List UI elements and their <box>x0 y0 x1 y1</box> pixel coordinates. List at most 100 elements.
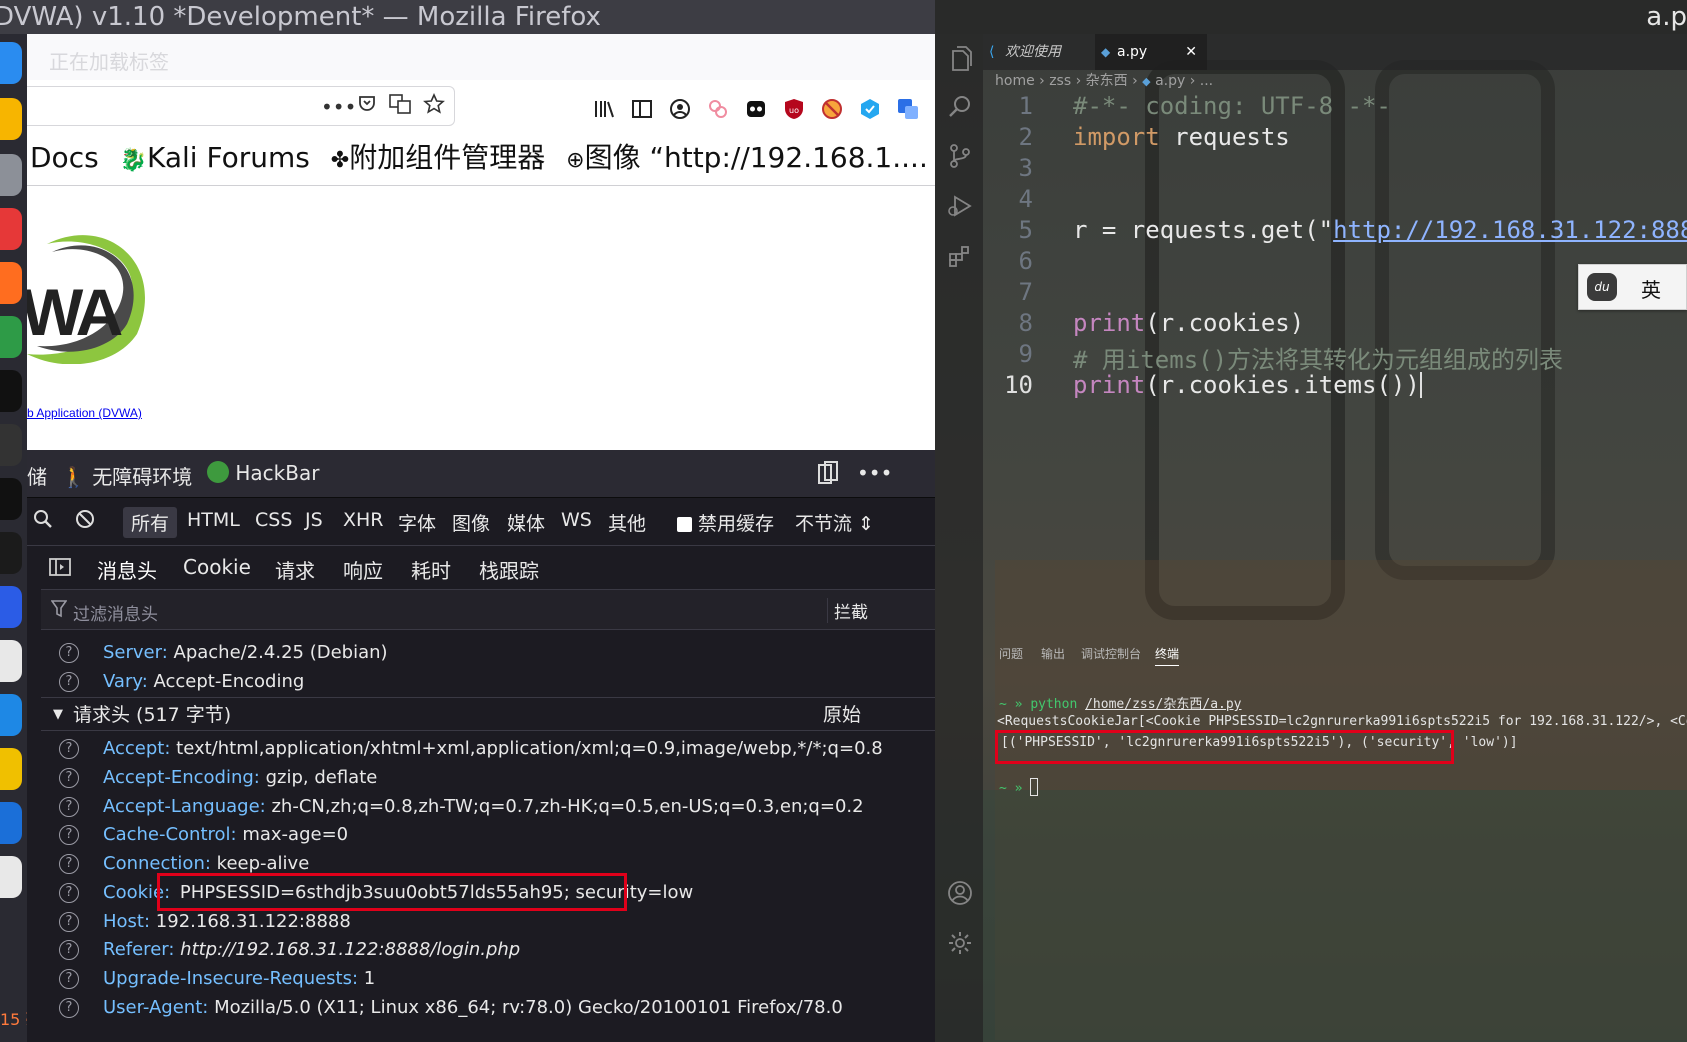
dock-app-icon[interactable] <box>0 316 22 358</box>
responsive-mode-icon[interactable] <box>817 461 839 490</box>
request-headers-section[interactable]: ▼ 请求头 (517 字节) 原始 <box>41 697 935 731</box>
search-icon[interactable] <box>947 94 973 120</box>
filter-xhr[interactable]: XHR <box>343 509 384 531</box>
raw-toggle[interactable]: 原始 <box>823 698 861 732</box>
help-icon[interactable]: ? <box>59 643 79 663</box>
bookmark-star-icon[interactable] <box>423 93 445 120</box>
close-icon[interactable]: ✕ <box>1185 34 1197 70</box>
tab-a-py[interactable]: ◆ a.py ✕ <box>1095 34 1207 70</box>
filter-css[interactable]: CSS <box>255 509 292 531</box>
filter-js[interactable]: JS <box>305 509 323 531</box>
headers-filter-input[interactable]: 过滤消息头 <box>73 600 158 625</box>
dock-app-icon[interactable] <box>0 208 22 250</box>
tab-problems[interactable]: 问题 <box>999 645 1023 662</box>
bookmark-kali-forums[interactable]: 🐉Kali Forums <box>120 130 310 185</box>
help-icon[interactable]: ? <box>59 797 79 817</box>
tab-headers[interactable]: 消息头 <box>97 555 157 594</box>
more-options-icon[interactable]: ••• <box>857 461 892 485</box>
code-editor[interactable]: 1 #-*- coding: UTF-8 -*- 2 import reques… <box>983 92 1687 612</box>
run-debug-icon[interactable] <box>947 194 973 220</box>
dock-app-icon[interactable] <box>0 98 22 140</box>
help-icon[interactable]: ? <box>59 969 79 989</box>
filter-fonts[interactable]: 字体 <box>398 509 436 536</box>
hackbar-tab[interactable]: HackBar <box>207 461 319 485</box>
tab-terminal[interactable]: 终端 <box>1155 645 1180 666</box>
sidebar-icon[interactable] <box>630 97 654 121</box>
help-icon[interactable]: ? <box>59 940 79 960</box>
extension-cube-icon[interactable] <box>858 97 882 121</box>
filter-media[interactable]: 媒体 <box>507 509 545 536</box>
dock-app-icon[interactable] <box>0 42 22 84</box>
block-button[interactable]: 拦截 <box>827 598 868 623</box>
dock-app-icon[interactable] <box>0 748 22 790</box>
dock-app-icon[interactable] <box>0 802 22 844</box>
help-icon[interactable]: ? <box>59 912 79 932</box>
filter-images[interactable]: 图像 <box>452 509 490 536</box>
dock-app-icon[interactable] <box>0 424 22 466</box>
dock-app-icon[interactable] <box>0 640 22 682</box>
help-icon[interactable]: ? <box>59 854 79 874</box>
dock-app-icon[interactable] <box>0 154 22 196</box>
tab-output[interactable]: 输出 <box>1041 645 1065 662</box>
tab-cookie[interactable]: Cookie <box>183 555 251 579</box>
crumb-file[interactable]: a.py <box>1155 73 1185 89</box>
filter-html[interactable]: HTML <box>187 509 240 531</box>
extensions-icon[interactable] <box>947 244 973 270</box>
tab-timings[interactable]: 耗时 <box>411 555 451 584</box>
pocket-icon[interactable] <box>357 93 377 118</box>
help-icon[interactable]: ? <box>59 739 79 759</box>
crumb-zss[interactable]: zss <box>1049 73 1071 89</box>
filter-other[interactable]: 其他 <box>608 509 646 536</box>
ime-language[interactable]: 英 <box>1641 274 1661 303</box>
filter-all[interactable]: 所有 <box>123 507 178 538</box>
help-icon[interactable]: ? <box>59 825 79 845</box>
dock-app-icon[interactable] <box>0 370 22 412</box>
tab-debug-console[interactable]: 调试控制台 <box>1081 645 1141 662</box>
bookmark-docs[interactable]: Docs <box>30 130 99 185</box>
explorer-icon[interactable] <box>947 46 973 72</box>
tab-request[interactable]: 请求 <box>275 555 315 584</box>
storage-tab-cut[interactable]: 储 <box>27 461 47 490</box>
account-icon[interactable] <box>947 880 973 906</box>
tab-stack-trace[interactable]: 栈跟踪 <box>479 555 539 584</box>
bookmark-addons[interactable]: ✤附加组件管理器 <box>331 130 545 185</box>
disable-cache-checkbox[interactable]: 禁用缓存 <box>677 509 774 536</box>
toggle-panel-icon[interactable] <box>49 557 71 582</box>
dock-app-icon[interactable] <box>0 532 22 574</box>
loading-tab-label[interactable]: 正在加载标签 <box>49 46 169 75</box>
ime-toolbar[interactable]: du 英 <box>1578 264 1687 310</box>
dock-app-icon[interactable] <box>0 586 22 628</box>
clear-icon[interactable] <box>75 509 95 534</box>
source-control-icon[interactable] <box>947 144 973 170</box>
filter-ws[interactable]: WS <box>561 509 592 531</box>
crumb-home[interactable]: home <box>995 73 1035 89</box>
extension-translate-icon[interactable] <box>896 97 920 121</box>
more-actions-icon[interactable]: ••• <box>321 95 356 119</box>
throttle-select[interactable]: 不节流 ⇕ <box>795 509 874 536</box>
account-icon[interactable] <box>668 97 692 121</box>
ublock-icon[interactable]: uo <box>782 97 806 121</box>
library-icon[interactable] <box>592 97 616 121</box>
help-icon[interactable]: ? <box>59 672 79 692</box>
search-icon[interactable] <box>33 509 53 534</box>
tab-welcome[interactable]: ⟨ 欢迎使用 <box>983 34 1095 70</box>
translate-icon[interactable] <box>389 93 411 120</box>
help-icon[interactable]: ? <box>59 768 79 788</box>
bookmark-image[interactable]: ⊕图像 “http://192.168.1.... <box>566 130 928 185</box>
url-string[interactable]: http://192.168.31.122:8888/logi <box>1333 216 1687 244</box>
dock-app-icon[interactable] <box>0 694 22 736</box>
dock-app-icon[interactable] <box>0 856 22 898</box>
url-bar[interactable]: ••• <box>27 86 455 126</box>
crumb-more[interactable]: ... <box>1200 73 1213 89</box>
dock-app-icon[interactable] <box>0 478 22 520</box>
extension-no-icon[interactable] <box>820 97 844 121</box>
help-icon[interactable]: ? <box>59 998 79 1018</box>
extension-pink-icon[interactable] <box>706 97 730 121</box>
crumb-folder[interactable]: 杂东西 <box>1086 73 1128 89</box>
help-icon[interactable]: ? <box>59 883 79 903</box>
extension-mask-icon[interactable] <box>744 97 768 121</box>
terminal-output[interactable]: ~ » python /home/zss/杂东西/a.py <RequestsC… <box>995 690 1687 810</box>
settings-gear-icon[interactable] <box>947 930 973 956</box>
tab-response[interactable]: 响应 <box>343 555 383 584</box>
dvwa-footer-link[interactable]: b Application (DVWA) <box>27 406 142 420</box>
